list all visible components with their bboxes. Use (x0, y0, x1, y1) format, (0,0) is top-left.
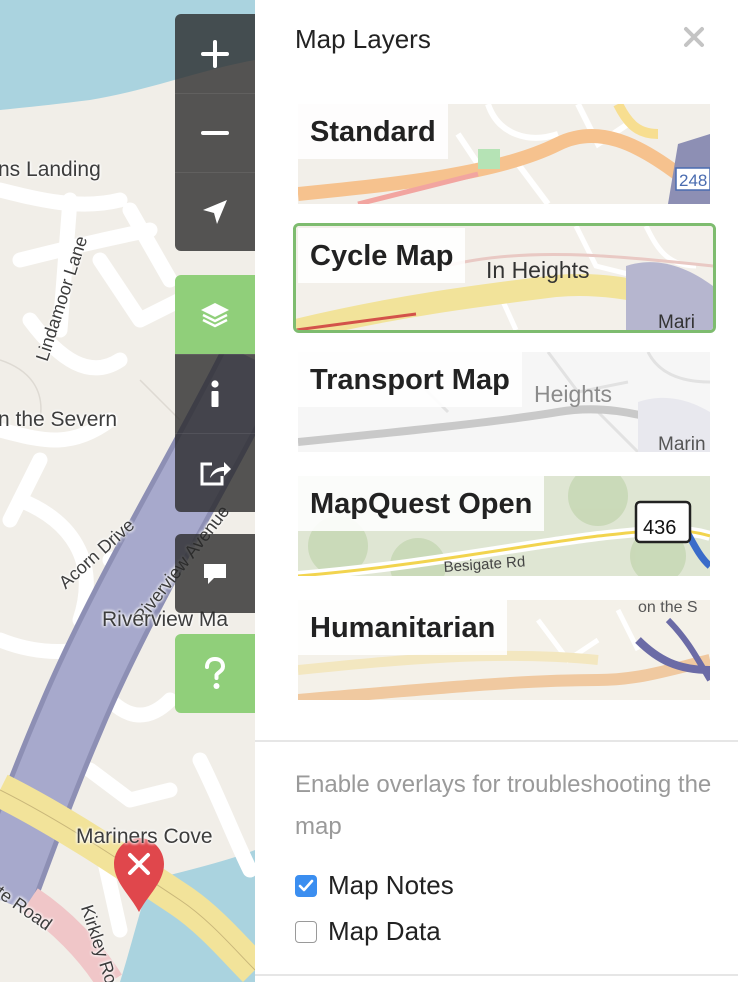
zoom-out-button[interactable] (175, 93, 255, 172)
panel-title: Map Layers (295, 24, 431, 54)
section-divider (255, 740, 738, 742)
locate-button[interactable] (175, 172, 255, 251)
map-data-checkbox[interactable] (295, 920, 317, 943)
map-layers-panel: Map Layers 248 Standard In Heights Mari … (255, 0, 738, 982)
info-icon (211, 380, 219, 407)
layer-transport-map[interactable]: Heights Marin Transport Map (298, 352, 710, 452)
navigation-controls (175, 14, 255, 251)
layer-name: Transport Map (298, 352, 522, 407)
overlay-map-notes[interactable]: Map Notes (295, 870, 454, 901)
locate-arrow-icon (203, 200, 227, 224)
help-question-icon (205, 656, 226, 689)
transport-place-text: Heights (534, 381, 612, 407)
map-label-severn: n the Severn (0, 408, 118, 431)
map-notes-label: Map Notes (328, 870, 454, 900)
note-controls (175, 534, 255, 613)
zoom-in-button[interactable] (175, 14, 255, 93)
close-button[interactable] (679, 22, 709, 52)
help-controls (175, 634, 255, 713)
layer-name: MapQuest Open (298, 476, 545, 531)
layer-standard[interactable]: 248 Standard (298, 104, 710, 204)
close-icon (684, 27, 704, 47)
humanitarian-place-text: on the S (638, 600, 698, 616)
layers-icon (201, 302, 229, 327)
layer-mapquest-open[interactable]: 436 Besigate Rd MapQuest Open (298, 476, 710, 576)
map-notes-checkbox[interactable] (295, 874, 317, 897)
layer-name: Humanitarian (298, 600, 508, 655)
layer-humanitarian[interactable]: on the S Humanitarian (298, 600, 710, 700)
mapquest-shield-text: 436 (643, 517, 676, 539)
layer-name: Standard (298, 104, 448, 159)
share-icon (200, 462, 231, 486)
checkmark-icon (298, 879, 314, 891)
zoom-out-icon (201, 131, 229, 135)
cycle-place-text: In Heights (486, 257, 590, 283)
layer-name: Cycle Map (298, 228, 466, 283)
map-label-landing: ns Landing (0, 158, 101, 181)
layer-cycle-map[interactable]: In Heights Mari Cycle Map (293, 223, 716, 333)
layers-button[interactable] (175, 275, 255, 354)
note-comment-icon (204, 563, 226, 584)
help-button[interactable] (175, 634, 255, 713)
overlays-hint: Enable overlays for troubleshooting the … (295, 771, 712, 840)
overlay-map-data[interactable]: Map Data (295, 916, 441, 947)
zoom-in-icon (201, 39, 229, 68)
add-note-button[interactable] (175, 534, 255, 613)
cycle-place-2-text: Mari (658, 312, 695, 330)
share-button[interactable] (175, 433, 255, 512)
app-root: ns Landing Lindamoor Lane n the Severn A… (0, 0, 738, 982)
map-label-mariners-cove: Mariners Cove (76, 825, 213, 848)
map-tool-controls (175, 275, 255, 512)
info-button[interactable] (175, 354, 255, 433)
transport-place-2-text: Marin (658, 434, 706, 452)
map-data-label: Map Data (328, 916, 441, 946)
section-divider-bottom (255, 974, 738, 976)
standard-shield-text: 248 (679, 171, 707, 190)
